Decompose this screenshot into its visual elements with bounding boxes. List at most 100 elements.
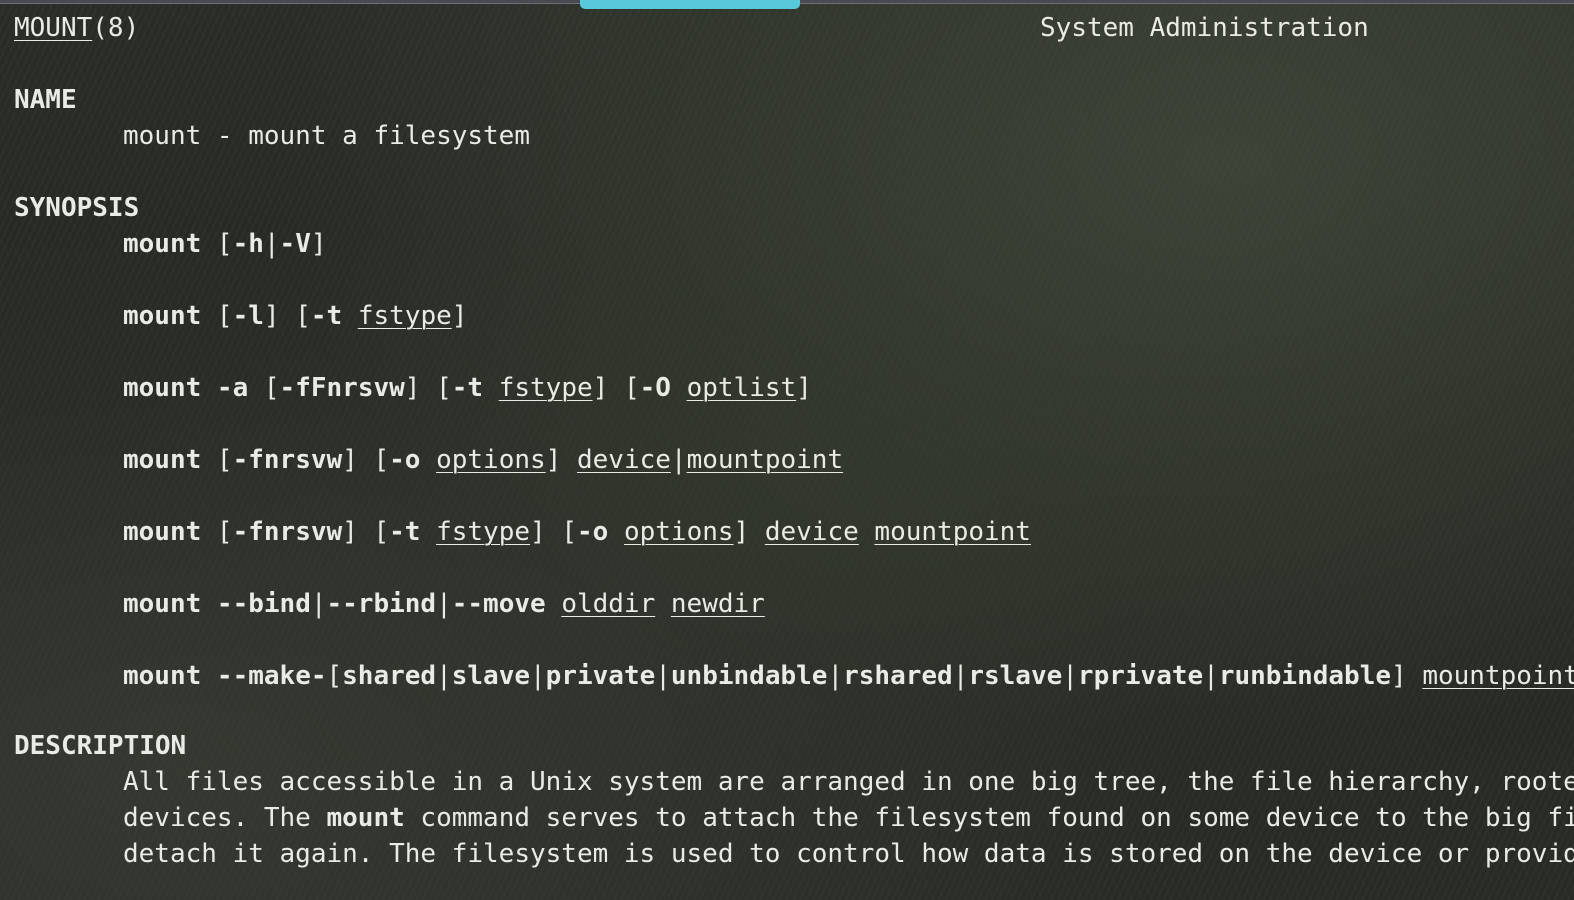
syntax-text: |	[1062, 661, 1078, 691]
command-token: mount	[123, 517, 217, 547]
terminal-window[interactable]: MOUNT(8) System Administration NAME moun…	[0, 0, 1574, 900]
syntax-text: ]	[796, 373, 812, 403]
name-description: mount - mount a filesystem	[123, 121, 530, 151]
description-line: devices. The mount command serves to att…	[123, 802, 1574, 834]
syntax-text: devices. The	[123, 803, 327, 833]
syntax-text: [	[326, 661, 343, 691]
argument-placeholder: olddir	[561, 589, 656, 619]
syntax-text: |	[952, 661, 969, 691]
syntax-text: All files accessible in a Unix system ar…	[123, 767, 1574, 797]
command-token: -t	[451, 373, 499, 403]
command-token: rprivate	[1077, 661, 1204, 691]
syntax-text: ]	[545, 445, 577, 475]
command-token: rslave	[968, 661, 1063, 691]
command-token: unbindable	[670, 661, 828, 691]
command-token: mount	[123, 589, 217, 619]
argument-placeholder: options	[436, 445, 546, 475]
syntax-text: ]	[310, 229, 327, 259]
command-token: -h	[232, 229, 264, 259]
command-token: --make-	[216, 661, 327, 691]
syntax-text: detach it again. The filesystem is used …	[123, 839, 1574, 869]
synopsis-line: mount [-h|-V]	[123, 228, 327, 260]
argument-placeholder: fstype	[357, 301, 452, 331]
syntax-text: command serves to attach the filesystem …	[404, 803, 1574, 833]
argument-placeholder: newdir	[670, 589, 765, 619]
syntax-text: ] [	[530, 517, 577, 547]
syntax-text: [	[216, 229, 233, 259]
syntax-text	[655, 589, 671, 619]
syntax-text	[859, 517, 875, 547]
command-token: mount	[123, 445, 217, 475]
description-line: detach it again. The filesystem is used …	[123, 838, 1574, 870]
argument-placeholder: optlist	[686, 373, 797, 403]
man-page-name: MOUNT	[14, 13, 93, 43]
synopsis-line: mount [-fnrsvw] [-t fstype] [-o options]…	[123, 516, 1031, 548]
command-token: -t	[389, 517, 437, 547]
syntax-text: |	[670, 445, 687, 475]
argument-placeholder: fstype	[498, 373, 593, 403]
syntax-text: |	[436, 661, 452, 691]
command-token: -O	[639, 373, 687, 403]
argument-placeholder: options	[623, 517, 734, 547]
command-token: -o	[576, 517, 624, 547]
argument-placeholder: device	[576, 445, 671, 475]
syntax-text: ] [	[263, 301, 311, 331]
argument-placeholder: mountpoint	[874, 517, 1031, 547]
man-header-center-title: System Administration	[1040, 13, 1369, 43]
command-token: private	[545, 661, 656, 691]
syntax-text: ] [	[592, 373, 640, 403]
argument-placeholder: fstype	[436, 517, 531, 547]
syntax-text: [	[216, 445, 233, 475]
section-heading-synopsis: SYNOPSIS	[14, 193, 140, 223]
command-token: --rbind	[326, 589, 437, 619]
command-token: mount	[326, 803, 405, 833]
syntax-text: |	[530, 661, 546, 691]
command-token: rshared	[843, 661, 953, 691]
command-token: mount	[123, 661, 217, 691]
command-token: runbindable	[1218, 661, 1391, 691]
command-token: --bind	[216, 589, 311, 619]
synopsis-line: mount --make-[shared|slave|private|unbin…	[123, 660, 1574, 692]
command-token: -t	[310, 301, 358, 331]
syntax-text: ] [	[404, 373, 452, 403]
command-token: --move	[451, 589, 562, 619]
command-token: mount	[123, 301, 217, 331]
command-token: slave	[451, 661, 531, 691]
man-header-left: MOUNT(8)	[14, 12, 139, 44]
command-token: -o	[389, 445, 437, 475]
syntax-text: |	[655, 661, 671, 691]
syntax-text: [	[216, 517, 233, 547]
syntax-text: ] [	[342, 445, 390, 475]
synopsis-line: mount [-l] [-t fstype]	[123, 300, 467, 332]
command-token: -fnrsvw	[232, 445, 343, 475]
synopsis-line: mount -a [-fFnrsvw] [-t fstype] [-O optl…	[123, 372, 812, 404]
command-token: -fFnrsvw	[279, 373, 405, 403]
synopsis-line: mount --bind|--rbind|--move olddir newdi…	[123, 588, 765, 620]
syntax-text: [	[263, 373, 280, 403]
argument-placeholder: mountpoint	[686, 445, 844, 475]
syntax-text: |	[436, 589, 452, 619]
man-section-number: (8)	[92, 13, 140, 43]
syntax-text: ]	[1391, 661, 1423, 691]
command-token: shared	[342, 661, 437, 691]
command-token: mount	[123, 229, 217, 259]
command-token: -V	[279, 229, 311, 259]
description-line: All files accessible in a Unix system ar…	[123, 766, 1574, 798]
syntax-text: ]	[451, 301, 468, 331]
section-heading-name: NAME	[14, 85, 77, 115]
syntax-text: |	[310, 589, 327, 619]
scroll-indicator[interactable]	[580, 0, 800, 9]
syntax-text: |	[827, 661, 844, 691]
section-heading-description: DESCRIPTION	[14, 731, 187, 761]
syntax-text: |	[263, 229, 280, 259]
syntax-text: [	[216, 301, 233, 331]
command-token: mount -a	[123, 373, 264, 403]
argument-placeholder: mountpoint	[1422, 661, 1574, 691]
syntax-text: ]	[733, 517, 765, 547]
command-token: -fnrsvw	[232, 517, 343, 547]
syntax-text: |	[1203, 661, 1219, 691]
syntax-text: ] [	[342, 517, 390, 547]
synopsis-line: mount [-fnrsvw] [-o options] device|moun…	[123, 444, 843, 476]
argument-placeholder: device	[764, 517, 859, 547]
command-token: -l	[232, 301, 264, 331]
